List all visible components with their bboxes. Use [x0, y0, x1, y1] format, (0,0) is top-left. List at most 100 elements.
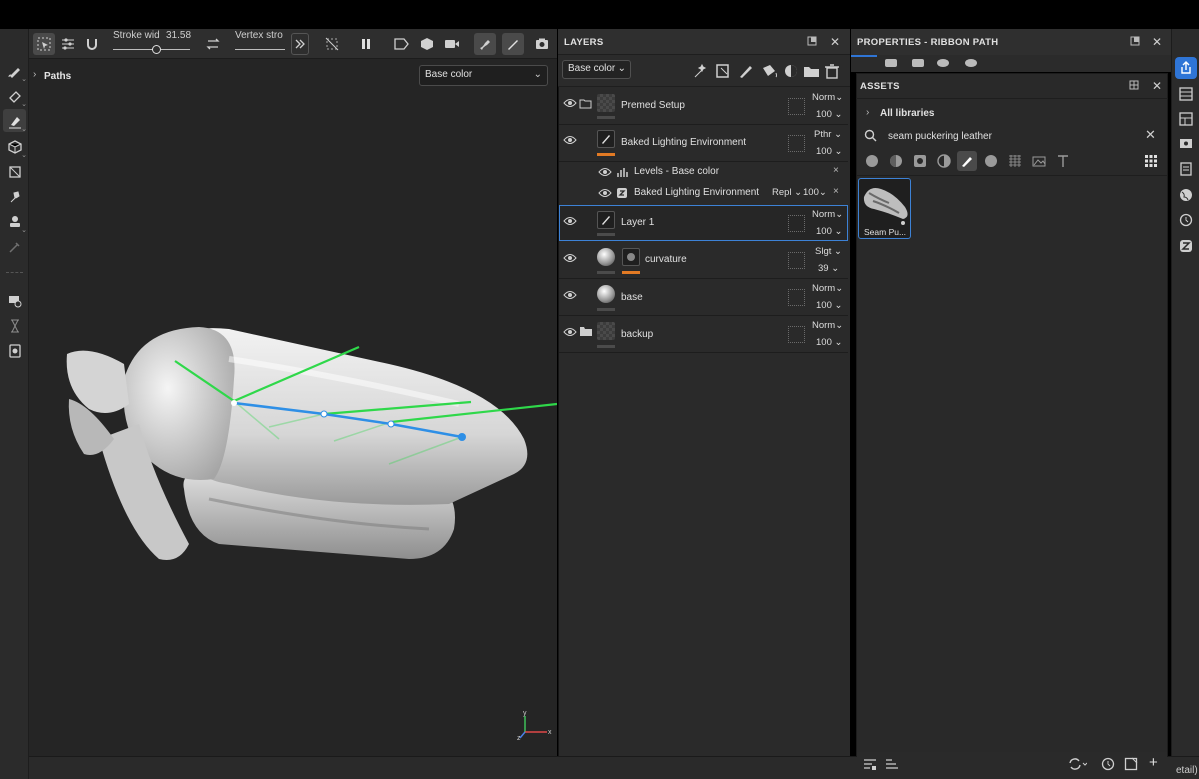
hide-mesh-icon[interactable] [321, 33, 343, 55]
folder-icon[interactable] [579, 326, 593, 337]
delete-layer-icon[interactable] [825, 64, 839, 79]
filter-fonts-icon[interactable] [1053, 151, 1073, 171]
screenshot-camera-icon[interactable] [531, 33, 553, 55]
paint-mode-icon[interactable] [474, 33, 496, 55]
paint-brush-tool[interactable]: ⌄ [3, 59, 27, 83]
close-icon[interactable]: ✕ [1152, 35, 1162, 49]
blend-mode[interactable]: Norm⌄ [812, 92, 843, 103]
filter-textures-icon[interactable] [1005, 151, 1025, 171]
quick-mask-icon[interactable] [3, 339, 26, 362]
filter-alphas-icon[interactable] [981, 151, 1001, 171]
add-icon[interactable]: + [1149, 754, 1158, 771]
tab-stroke-icon[interactable] [912, 59, 924, 67]
paths-expand-chevron-icon[interactable]: › [33, 69, 36, 80]
eye-icon[interactable] [598, 188, 612, 198]
blend-mode[interactable]: Norm⌄ [812, 283, 843, 294]
shader-settings-icon[interactable] [1175, 158, 1197, 180]
stroke-width-slider-knob[interactable] [152, 45, 161, 54]
3d-viewport[interactable] [29, 59, 557, 756]
vertex-stroke-slider[interactable] [235, 49, 285, 50]
substance-logo-icon[interactable] [1175, 235, 1197, 257]
effect-row[interactable]: Levels - Base color × [559, 162, 848, 182]
smudge-tool[interactable] [3, 185, 26, 208]
effect-row[interactable]: Baked Lighting Environment Repl ⌄ 100⌄ × [559, 182, 848, 206]
tab-general-icon[interactable] [851, 55, 877, 72]
asset-result-card[interactable]: Seam Pu... [858, 178, 911, 239]
expand-toolbar-icon[interactable] [291, 33, 309, 55]
filter-materials-icon[interactable] [862, 151, 882, 171]
eye-icon[interactable] [563, 290, 577, 300]
blend-mode[interactable]: Norm⌄ [812, 209, 843, 220]
bake-tool[interactable] [3, 289, 26, 312]
eye-icon[interactable] [563, 253, 577, 263]
selection-icon[interactable] [33, 33, 55, 55]
layer-opacity[interactable]: 100 ⌄ [816, 226, 842, 237]
eraser-tool[interactable]: ⌄ [3, 84, 27, 108]
add-mask-icon[interactable] [716, 64, 729, 78]
blend-mode[interactable]: Norm⌄ [812, 320, 843, 331]
clear-search-icon[interactable]: ✕ [1145, 127, 1156, 143]
eye-icon[interactable] [563, 327, 577, 337]
timer-icon[interactable] [3, 314, 26, 337]
viewport-channel-select[interactable]: Base color ⌄ [419, 65, 548, 86]
float-panel-icon[interactable] [1129, 80, 1139, 90]
brush-mode-icon[interactable] [502, 33, 524, 55]
settings-sliders-icon[interactable] [57, 33, 79, 55]
layer-mask-slot[interactable] [788, 326, 805, 343]
swap-icon[interactable] [202, 33, 224, 55]
polygon-fill-tool[interactable] [3, 160, 26, 183]
color-picker-tool[interactable] [3, 235, 26, 258]
layer-mask-slot[interactable] [788, 289, 805, 306]
eye-icon[interactable] [563, 98, 577, 108]
eye-icon[interactable] [563, 135, 577, 145]
layer-opacity[interactable]: 39 ⌄ [818, 263, 839, 274]
history-icon[interactable] [1175, 209, 1197, 231]
snap-magnet-icon[interactable] [81, 33, 103, 55]
layer-mask-slot[interactable] [788, 135, 805, 152]
layer-opacity[interactable]: 100 ⌄ [816, 300, 842, 311]
add-paint-layer-icon[interactable] [740, 66, 752, 78]
tab-material-icon[interactable] [937, 59, 949, 67]
layer-row[interactable]: Premed Setup Norm⌄ 100 ⌄ [559, 88, 848, 125]
blend-mode[interactable]: Slgt ⌄ [815, 246, 842, 257]
all-libraries-label[interactable]: All libraries [880, 108, 934, 119]
paths-label[interactable]: Paths [44, 71, 71, 82]
layer-opacity[interactable]: 100 ⌄ [816, 109, 842, 120]
blend-mode[interactable]: Pthr ⌄ [814, 129, 842, 140]
filter-brushes-icon[interactable] [957, 151, 977, 171]
grid-view-icon[interactable] [1141, 151, 1161, 171]
remove-effect-icon[interactable]: × [833, 165, 839, 176]
layers-channel-select[interactable]: Base color ⌄ [562, 60, 631, 79]
add-folder-icon[interactable] [804, 67, 819, 77]
close-icon[interactable]: ✕ [830, 35, 840, 49]
clone-tool[interactable]: ⌄ [3, 210, 27, 234]
pause-icon[interactable] [355, 33, 377, 55]
filter-list-icon[interactable] [885, 758, 899, 771]
layer-opacity[interactable]: 100 ⌄ [816, 337, 842, 348]
layer-row[interactable]: backup Norm⌄ 100 ⌄ [559, 316, 848, 353]
filter-filters-icon[interactable] [934, 151, 954, 171]
library-settings-icon[interactable] [863, 758, 877, 771]
new-asset-icon[interactable] [1124, 757, 1138, 771]
layer-mask-slot[interactable] [788, 252, 805, 269]
folder-open-icon[interactable] [579, 98, 593, 109]
generator-mask-icon[interactable] [622, 248, 640, 266]
layer-opacity[interactable]: 100 ⌄ [816, 146, 842, 157]
eye-icon[interactable] [563, 216, 577, 226]
export-icon[interactable] [1175, 57, 1197, 79]
close-icon[interactable]: ✕ [1152, 79, 1162, 93]
projection-tool[interactable]: ⌄ [3, 135, 27, 159]
3d-view-icon[interactable] [416, 33, 438, 55]
display-settings-icon[interactable] [1175, 133, 1197, 155]
layers-stack-icon[interactable] [1175, 83, 1197, 105]
layer-row-selected[interactable]: Layer 1 Norm⌄ 100 ⌄ [559, 205, 848, 241]
view-mode-icon[interactable] [391, 33, 413, 55]
asset-search-input[interactable]: seam puckering leather [888, 131, 992, 142]
maximize-icon[interactable] [807, 36, 817, 46]
environment-globe-icon[interactable] [1175, 184, 1197, 206]
stroke-width-value[interactable]: 31.58 [166, 30, 191, 41]
add-effect-icon[interactable] [694, 63, 707, 78]
filter-smart-materials-icon[interactable] [886, 151, 906, 171]
tab-effects-icon[interactable] [965, 59, 977, 67]
layer-mask-slot[interactable] [788, 98, 805, 115]
